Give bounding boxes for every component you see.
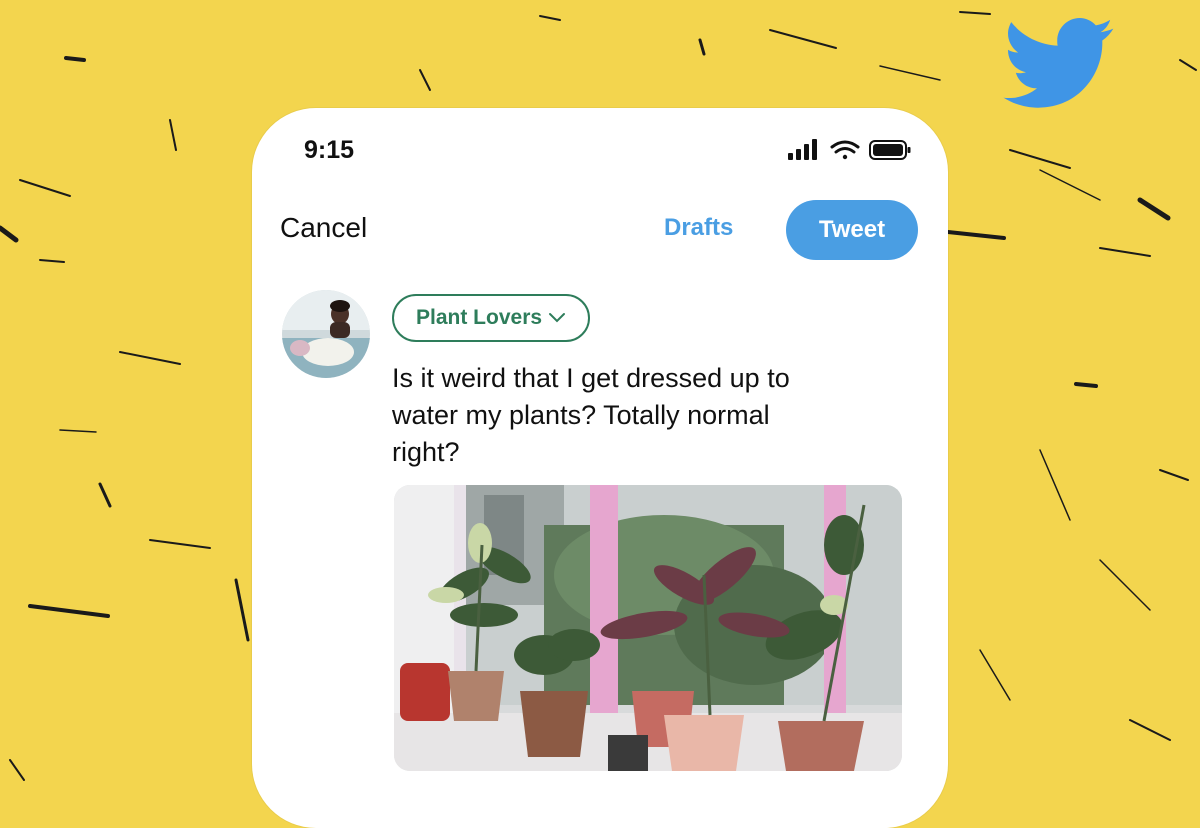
twitter-bird-icon <box>1003 18 1114 108</box>
audience-label: Plant Lovers <box>416 306 543 329</box>
audience-selector[interactable]: Plant Lovers <box>392 294 591 342</box>
tweet-button[interactable]: Tweet <box>786 200 918 260</box>
battery-icon <box>869 140 911 160</box>
avatar[interactable] <box>282 290 370 378</box>
wifi-icon <box>830 140 860 160</box>
cancel-button[interactable]: Cancel <box>280 212 367 244</box>
drafts-button[interactable]: Drafts <box>664 214 733 242</box>
tweet-text[interactable]: Is it weird that I get dressed up to wat… <box>392 360 892 471</box>
status-icons <box>788 139 911 160</box>
attached-photo[interactable] <box>394 485 902 771</box>
status-time: 9:15 <box>304 136 355 164</box>
phone-screen: 9:15 Cancel Drafts Tweet Plant Lovers Is… <box>252 108 948 828</box>
cellular-signal-icon <box>788 139 817 160</box>
chevron-down-icon <box>549 313 566 323</box>
